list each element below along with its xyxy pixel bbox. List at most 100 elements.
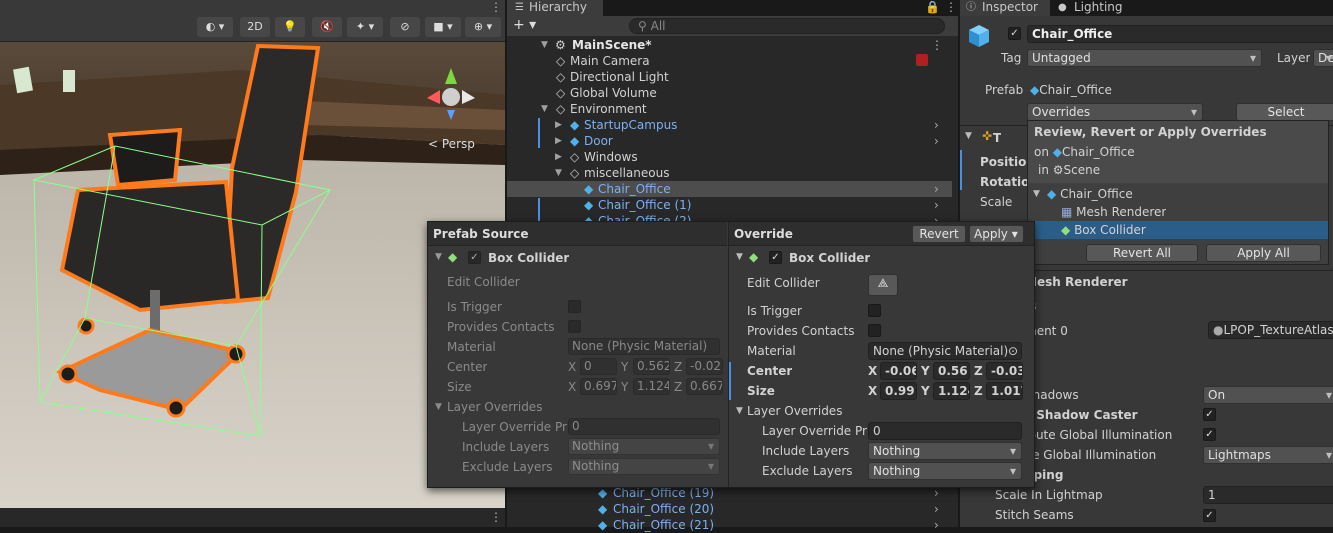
- scale-lightmap-input[interactable]: 1: [1203, 486, 1333, 504]
- lighting-toggle-icon[interactable]: 💡: [275, 17, 305, 37]
- active-checkbox[interactable]: ✓: [1008, 27, 1021, 40]
- scene-icon: ⚙: [1052, 163, 1064, 177]
- gameobject-cube-icon: ◇: [556, 86, 566, 100]
- scene-row[interactable]: ▼ ⚙ MainScene* ⋮: [507, 37, 952, 53]
- vector-y-field[interactable]: 1.124: [933, 382, 970, 400]
- stitch-seams-checkbox[interactable]: ✓: [1203, 509, 1216, 522]
- hierarchy-row[interactable]: ▶ ◆ Door ›: [507, 133, 952, 149]
- layer-priority-label: Layer Override Prio: [762, 424, 868, 438]
- center-label: Center: [747, 364, 793, 378]
- hierarchy-row[interactable]: ◆ Chair_Office ›: [507, 181, 952, 197]
- tag-dropdown[interactable]: Untagged: [1027, 49, 1262, 67]
- receive-gi-dropdown[interactable]: Lightmaps: [1203, 446, 1333, 464]
- tab-inspector[interactable]: ⓘ Inspector: [960, 0, 1050, 16]
- effects-toggle-icon[interactable]: ✦ ▾: [347, 17, 383, 37]
- gameobject-cube-icon: ◇: [570, 150, 580, 164]
- override-tree-root[interactable]: ◆ Chair_Office: [1047, 187, 1133, 201]
- open-prefab-chevron-icon[interactable]: ›: [934, 517, 939, 533]
- open-prefab-chevron-icon[interactable]: ›: [934, 117, 939, 133]
- collapse-arrow-icon[interactable]: ▶: [555, 133, 562, 149]
- cast-shadows-dropdown[interactable]: On: [1203, 386, 1333, 404]
- camera-settings-icon[interactable]: ■ ▾: [425, 17, 461, 37]
- vector-y-field[interactable]: 0.56: [933, 362, 970, 380]
- hierarchy-row[interactable]: ▼ ◇ miscellaneous: [507, 165, 952, 181]
- expand-arrow-icon[interactable]: ▼: [555, 165, 562, 181]
- gameobject-cube-icon: ◇: [556, 70, 566, 84]
- open-prefab-chevron-icon[interactable]: ›: [934, 501, 939, 517]
- override-tree-mesh-renderer[interactable]: ▦ Mesh Renderer: [1061, 205, 1166, 219]
- revert-button[interactable]: Revert: [912, 225, 966, 243]
- hierarchy-row[interactable]: ◇ Main Camera: [507, 53, 952, 69]
- search-input[interactable]: ⚲ All: [629, 18, 945, 34]
- hierarchy-row-label: Chair_Office (20): [613, 502, 715, 516]
- gizmos-toggle-icon[interactable]: ⊕ ▾: [465, 17, 501, 37]
- override-tree-box-collider[interactable]: ◆ Box Collider: [1061, 223, 1146, 237]
- axis-z-label: Z: [974, 384, 983, 398]
- tab-hierarchy[interactable]: ☰ Hierarchy: [507, 0, 603, 16]
- open-prefab-chevron-icon[interactable]: ›: [934, 181, 939, 197]
- object-picker-icon[interactable]: ⊙: [1008, 343, 1018, 359]
- vector-z-field[interactable]: -0.03: [986, 362, 1023, 380]
- overrides-dropdown[interactable]: Overrides: [1027, 103, 1203, 121]
- object-name-input[interactable]: Chair_Office: [1027, 25, 1333, 43]
- expand-arrow-icon[interactable]: ▼: [541, 101, 548, 117]
- tab-lighting[interactable]: ● Lighting: [1052, 0, 1142, 16]
- is-trigger-checkbox[interactable]: [868, 304, 881, 317]
- hierarchy-row[interactable]: ▼ ◇ Environment: [507, 101, 952, 117]
- hierarchy-menu-icon[interactable]: ⋮: [945, 0, 957, 14]
- vector-z-field[interactable]: 1.017: [986, 382, 1023, 400]
- gameobject-cube-icon: ◇: [570, 166, 580, 180]
- include-layers-dropdown[interactable]: Nothing: [868, 442, 1022, 460]
- bottom-menu-icon[interactable]: ⋮: [490, 510, 502, 524]
- material-field[interactable]: None (Physic Material) ⊙: [868, 342, 1022, 360]
- hierarchy-row[interactable]: ◆ Chair_Office (21) ›: [507, 517, 952, 533]
- open-prefab-chevron-icon[interactable]: ›: [934, 197, 939, 213]
- hierarchy-row[interactable]: ◆ Chair_Office (1) ›: [507, 197, 952, 213]
- expand-arrow-icon[interactable]: ▼: [965, 131, 972, 141]
- audio-toggle-icon[interactable]: 🔇: [312, 17, 342, 37]
- hierarchy-row[interactable]: ▶ ◆ StartupCampus ›: [507, 117, 952, 133]
- scene-name: MainScene*: [572, 38, 652, 52]
- expand-arrow-icon[interactable]: ▼: [736, 406, 743, 416]
- hierarchy-row[interactable]: ▶ ◇ Windows: [507, 149, 952, 165]
- contribute-gi-checkbox[interactable]: ✓: [1203, 428, 1216, 441]
- prefab-asset-field[interactable]: ◆Chair_Office: [1030, 83, 1112, 97]
- apply-all-button[interactable]: Apply All: [1206, 244, 1321, 262]
- vector-x-field[interactable]: -0.06: [880, 362, 917, 380]
- scene-row-menu-icon[interactable]: ⋮: [931, 37, 943, 53]
- apply-button[interactable]: Apply ▾: [969, 225, 1024, 243]
- collapse-arrow-icon[interactable]: ▶: [555, 149, 562, 165]
- hidden-objects-icon[interactable]: ⊘: [390, 17, 420, 37]
- include-layers-label: Include Layers: [762, 444, 850, 458]
- select-button[interactable]: Select: [1236, 103, 1333, 121]
- revert-all-button[interactable]: Revert All: [1086, 244, 1198, 262]
- hierarchy-row[interactable]: ◇ Global Volume: [507, 85, 952, 101]
- add-object-button[interactable]: + ▾: [513, 17, 536, 33]
- enabled-checkbox[interactable]: ✓: [769, 251, 782, 264]
- toggle-2d-button[interactable]: 2D: [240, 17, 270, 37]
- hierarchy-row-label: miscellaneous: [584, 166, 670, 180]
- exclude-layers-dropdown[interactable]: Nothing: [868, 462, 1022, 480]
- shading-mode-button[interactable]: ◐ ▾: [197, 17, 233, 37]
- hierarchy-row[interactable]: ◆ Chair_Office (20) ›: [507, 501, 952, 517]
- prefab-cube-icon: ◆: [598, 502, 608, 516]
- prefab-cube-icon: ◆: [570, 118, 580, 132]
- lock-icon[interactable]: 🔒: [925, 0, 940, 14]
- layer-dropdown[interactable]: De: [1313, 49, 1333, 67]
- expand-arrow-icon[interactable]: ▼: [736, 252, 743, 262]
- edit-collider-button[interactable]: ⟁: [868, 274, 898, 296]
- provides-contacts-checkbox[interactable]: [868, 324, 881, 337]
- hierarchy-row[interactable]: ◇ Directional Light: [507, 69, 952, 85]
- layer-priority-input[interactable]: 0: [868, 422, 1022, 440]
- element0-field[interactable]: ●LPOP_TextureAtlas: [1208, 321, 1333, 339]
- axis-x-label: X: [568, 360, 577, 374]
- expand-arrow-icon[interactable]: ▼: [1033, 189, 1040, 199]
- override-indicator: [729, 362, 731, 400]
- projection-label[interactable]: < Persp: [428, 137, 475, 151]
- collapse-arrow-icon[interactable]: ▶: [555, 117, 562, 133]
- expand-arrow-icon[interactable]: ▼: [541, 37, 548, 53]
- vector-x-field[interactable]: 0.99: [880, 382, 917, 400]
- scene-menu-icon[interactable]: ⋮: [490, 0, 502, 14]
- open-prefab-chevron-icon[interactable]: ›: [934, 133, 939, 149]
- static-shadow-checkbox[interactable]: ✓: [1203, 408, 1216, 421]
